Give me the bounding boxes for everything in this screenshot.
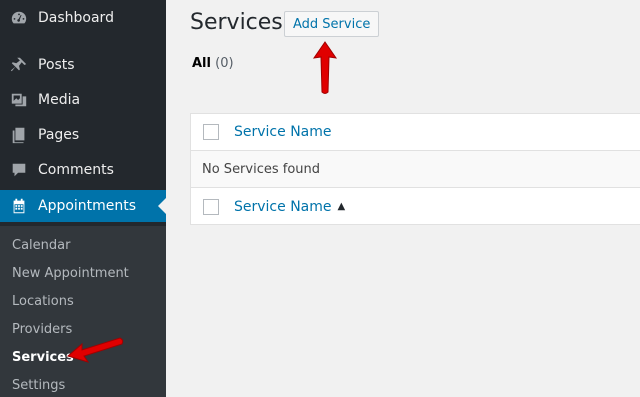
sidebar-item-media[interactable]: Media — [0, 84, 166, 116]
select-all-checkbox-footer[interactable] — [203, 198, 219, 215]
table-row: No Services found — [191, 151, 640, 188]
appointments-submenu: Calendar New Appointment Locations Provi… — [0, 226, 166, 397]
annotation-arrow-left-icon — [66, 337, 124, 363]
sidebar-item-label: Media — [38, 92, 81, 108]
sidebar-item-label: Dashboard — [38, 10, 114, 26]
pages-icon — [9, 125, 29, 145]
add-service-button[interactable]: Add Service — [284, 11, 380, 37]
service-name-column-header[interactable]: Service Name — [234, 124, 332, 140]
media-icon — [9, 90, 29, 110]
submenu-item-calendar[interactable]: Calendar — [12, 238, 70, 253]
dashboard-icon — [9, 8, 29, 28]
sidebar-item-posts[interactable]: Posts — [0, 49, 166, 81]
comment-icon — [9, 160, 29, 180]
annotation-arrow-up-icon — [312, 41, 338, 94]
service-name-column-footer[interactable]: Service Name — [234, 199, 332, 215]
services-table: Service Name No Services found Service N… — [190, 113, 640, 225]
submenu-item-locations[interactable]: Locations — [12, 294, 74, 309]
select-all-checkbox[interactable] — [203, 124, 219, 140]
status-filter: All (0) — [192, 56, 234, 71]
table-footer-row: Service Name ▲ — [191, 188, 640, 225]
sidebar-item-label: Comments — [38, 162, 114, 178]
sidebar-item-dashboard[interactable]: Dashboard — [0, 2, 166, 34]
submenu-item-new-appointment[interactable]: New Appointment — [12, 266, 129, 281]
sidebar-item-pages[interactable]: Pages — [0, 119, 166, 151]
filter-all-count: (0) — [215, 56, 234, 71]
table-header-row: Service Name — [191, 114, 640, 151]
submenu-item-services[interactable]: Services — [12, 350, 74, 365]
pin-icon — [9, 55, 29, 75]
sidebar-item-label: Pages — [38, 127, 80, 143]
sidebar-item-label: Posts — [38, 57, 75, 73]
calendar-icon — [9, 196, 29, 216]
sidebar-item-appointments[interactable]: Appointments — [0, 190, 166, 222]
empty-message: No Services found — [202, 161, 321, 177]
page-title: Services — [190, 10, 283, 35]
filter-all-link[interactable]: All — [192, 56, 211, 71]
sidebar-item-comments[interactable]: Comments — [0, 154, 166, 186]
submenu-item-settings[interactable]: Settings — [12, 378, 65, 393]
sort-ascending-icon: ▲ — [337, 201, 346, 212]
submenu-item-providers[interactable]: Providers — [12, 322, 72, 337]
sidebar-item-label: Appointments — [38, 198, 137, 214]
